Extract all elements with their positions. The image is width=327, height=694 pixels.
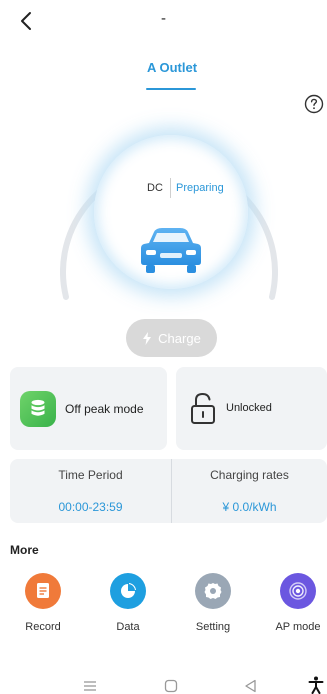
charge-button-label: Charge	[158, 330, 201, 346]
data-label: Data	[116, 621, 140, 633]
tab-a-outlet[interactable]: A Outlet	[140, 60, 204, 75]
accessibility-icon[interactable]	[308, 676, 324, 694]
broadcast-icon	[280, 573, 316, 609]
nav-back-icon[interactable]	[243, 679, 259, 693]
charge-state-label: Preparing	[176, 182, 224, 194]
tab-indicator	[146, 88, 196, 90]
gear-icon	[195, 573, 231, 609]
connector-type-label: DC	[147, 182, 163, 194]
pie-chart-icon	[110, 573, 146, 609]
time-period-label: Time Period	[58, 468, 123, 482]
time-period-value: 00:00-23:59	[58, 500, 123, 514]
off-peak-mode-label: Off peak mode	[65, 402, 144, 416]
home-icon[interactable]	[163, 679, 179, 693]
page-title: -	[161, 10, 166, 27]
help-icon[interactable]	[304, 94, 324, 114]
record-label: Record	[25, 621, 61, 633]
lock-status-label: Unlocked	[226, 402, 272, 414]
car-icon	[141, 228, 201, 273]
menu-icon[interactable]	[82, 679, 98, 693]
setting-label: Setting	[195, 621, 231, 633]
ap-mode-label: AP mode	[275, 621, 321, 633]
more-section-title: More	[10, 543, 39, 557]
status-divider	[170, 178, 171, 198]
charging-rates-label: Charging rates	[210, 468, 289, 482]
database-icon	[20, 391, 56, 427]
lightning-icon	[143, 331, 152, 345]
unlock-icon	[191, 392, 215, 424]
charging-rates-value: ¥ 0.0/kWh	[222, 500, 277, 514]
charge-button[interactable]: Charge	[126, 319, 217, 357]
document-icon	[25, 573, 61, 609]
